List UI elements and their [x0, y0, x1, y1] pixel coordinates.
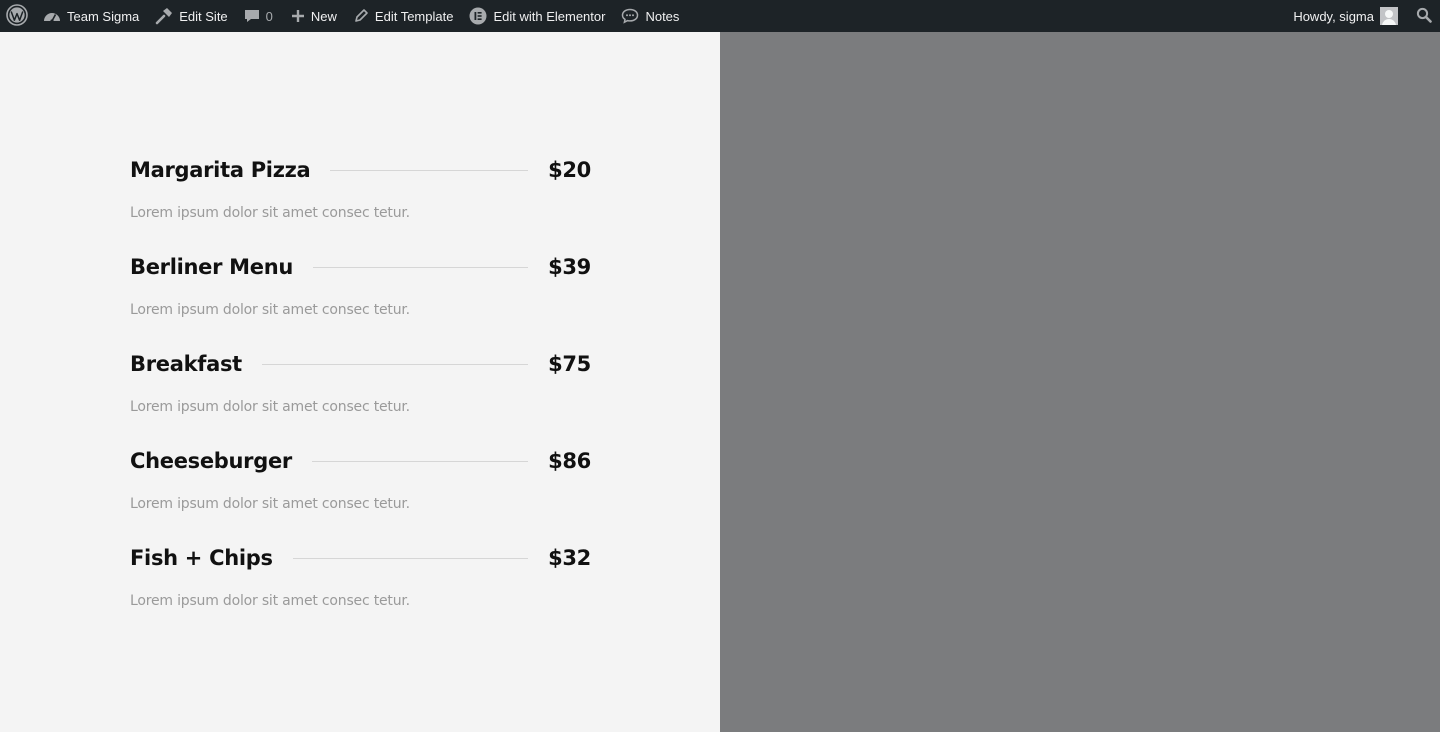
menu-item-header: Margarita Pizza $20 [130, 154, 591, 186]
menu-item-title: Berliner Menu [130, 255, 294, 279]
edit-with-elementor-link[interactable]: Edit with Elementor [461, 0, 613, 32]
plus-icon [291, 9, 305, 23]
admin-bar: Team Sigma Edit Site 0 New Edit Template… [0, 0, 1440, 32]
my-account-menu[interactable]: Howdy, sigma [1285, 0, 1406, 32]
menu-item: Fish + Chips $32 Lorem ipsum dolor sit a… [130, 542, 591, 639]
menu-item-title: Margarita Pizza [130, 158, 311, 182]
dashboard-icon [43, 8, 61, 24]
new-label: New [310, 8, 337, 24]
edit-template-link[interactable]: Edit Template [345, 0, 462, 32]
menu-item-price: $32 [548, 546, 591, 570]
menu-item-divider [261, 363, 529, 365]
menu-item: Berliner Menu $39 Lorem ipsum dolor sit … [130, 251, 591, 348]
menu-item-price: $75 [548, 352, 591, 376]
search-icon [1416, 7, 1432, 26]
hammer-icon [155, 7, 173, 25]
menu-item-price: $20 [548, 158, 591, 182]
image-panel [720, 32, 1440, 732]
edit-template-label: Edit Template [374, 8, 454, 24]
menu-item-description: Lorem ipsum dolor sit amet consec tetur. [130, 205, 410, 221]
menu-item: Breakfast $75 Lorem ipsum dolor sit amet… [130, 348, 591, 445]
menu-panel: Margarita Pizza $20 Lorem ipsum dolor si… [0, 32, 720, 732]
menu-item-title: Cheeseburger [130, 449, 292, 473]
wordpress-logo-icon [6, 3, 28, 29]
menu-item-header: Cheeseburger $86 [130, 445, 591, 477]
menu-item-price: $86 [548, 449, 591, 473]
comments-count: 0 [265, 8, 273, 24]
menu-item: Cheeseburger $86 Lorem ipsum dolor sit a… [130, 445, 591, 542]
notes-chat-icon [621, 8, 639, 24]
menu-item-description: Lorem ipsum dolor sit amet consec tetur. [130, 399, 410, 415]
comment-bubble-icon [244, 8, 260, 24]
new-content-menu[interactable]: New [283, 0, 345, 32]
menu-item-description: Lorem ipsum dolor sit amet consec tetur. [130, 302, 410, 318]
menu-item: Margarita Pizza $20 Lorem ipsum dolor si… [130, 154, 591, 251]
menu-item-header: Berliner Menu $39 [130, 251, 591, 283]
avatar [1380, 7, 1398, 25]
edit-with-elementor-label: Edit with Elementor [493, 8, 606, 24]
menu-item-title: Fish + Chips [130, 546, 273, 570]
menu-item-title: Breakfast [130, 352, 242, 376]
edit-site-label: Edit Site [179, 8, 228, 24]
menu-item-divider [311, 460, 529, 462]
site-name-menu[interactable]: Team Sigma [35, 0, 147, 32]
admin-bar-search-button[interactable] [1406, 0, 1440, 32]
menu-item-price: $39 [548, 255, 591, 279]
edit-site-link[interactable]: Edit Site [147, 0, 235, 32]
menu-list: Margarita Pizza $20 Lorem ipsum dolor si… [130, 154, 591, 639]
menu-item-divider [330, 169, 529, 171]
pencil-icon [353, 8, 369, 24]
wordpress-logo-button[interactable] [0, 0, 35, 32]
admin-bar-left: Team Sigma Edit Site 0 New Edit Template… [0, 0, 687, 32]
admin-bar-right: Howdy, sigma [1285, 0, 1440, 32]
site-name-label: Team Sigma [67, 8, 140, 24]
menu-item-description: Lorem ipsum dolor sit amet consec tetur. [130, 593, 410, 609]
menu-item-divider [313, 266, 529, 268]
menu-item-header: Fish + Chips $32 [130, 542, 591, 574]
menu-item-header: Breakfast $75 [130, 348, 591, 380]
comments-link[interactable]: 0 [236, 0, 283, 32]
notes-label: Notes [645, 8, 680, 24]
elementor-icon [469, 7, 487, 25]
menu-item-divider [292, 557, 529, 559]
page-content: Margarita Pizza $20 Lorem ipsum dolor si… [0, 32, 1440, 732]
howdy-label: Howdy, sigma [1293, 8, 1374, 24]
notes-link[interactable]: Notes [613, 0, 687, 32]
menu-item-description: Lorem ipsum dolor sit amet consec tetur. [130, 496, 410, 512]
